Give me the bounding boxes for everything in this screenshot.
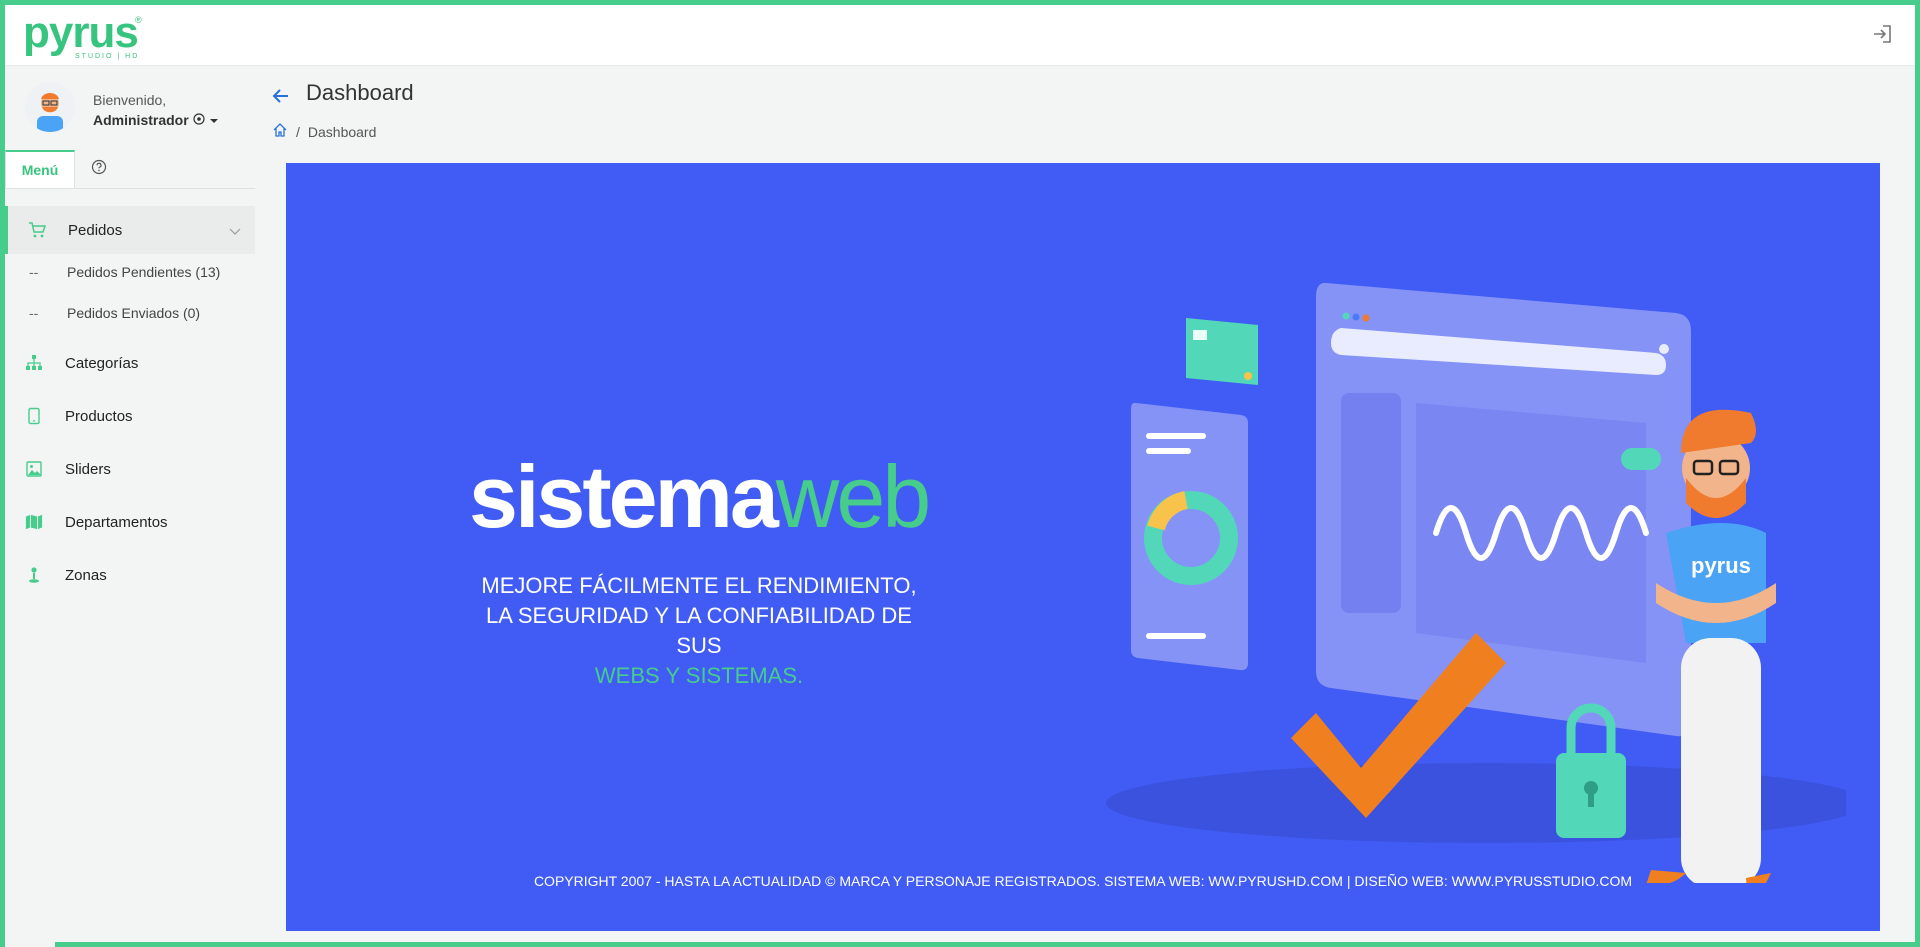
- banner-title-accent: web: [775, 447, 931, 546]
- subitem-label: Pedidos Enviados (0): [67, 305, 201, 321]
- bottom-border-gap: [5, 942, 55, 947]
- user-panel: Bienvenido, Administrador: [25, 82, 255, 138]
- image-icon: [25, 460, 43, 478]
- sidebar-subitem-pedidos-enviados[interactable]: -- Pedidos Enviados (0): [5, 293, 255, 333]
- page-title: Dashboard: [306, 80, 414, 105]
- breadcrumb-item[interactable]: Dashboard: [308, 124, 377, 140]
- home-icon[interactable]: [272, 122, 288, 141]
- chevron-down-icon: [229, 224, 241, 236]
- logo-subtitle: STUDIO | HD: [75, 53, 140, 60]
- subitem-prefix: --: [29, 305, 39, 321]
- sidebar-item-categorias[interactable]: Categorías: [5, 339, 255, 387]
- sidebar-item-label: Productos: [65, 407, 133, 425]
- tablet-icon: [25, 407, 43, 425]
- breadcrumb: / Dashboard: [272, 122, 376, 141]
- banner-title: sistemaweb: [469, 453, 931, 541]
- sidebar-item-label: Categorías: [65, 354, 139, 372]
- tagline-line-2: LA SEGURIDAD Y LA CONFIABILIDAD DE SUS: [486, 603, 912, 658]
- sidebar: Bienvenido, Administrador Menú Pedidos -…: [5, 66, 255, 942]
- welcome-text: Bienvenido,: [93, 92, 167, 108]
- dashboard-banner: sistemaweb MEJORE FÁCILMENTE EL RENDIMIE…: [286, 163, 1880, 931]
- breadcrumb-separator: /: [296, 123, 300, 140]
- pyrus-logo[interactable]: pyrus STUDIO | HD ®: [23, 8, 153, 63]
- map-icon: [25, 513, 43, 531]
- cart-icon: [28, 221, 46, 239]
- subitem-prefix: --: [29, 264, 39, 280]
- subitem-label: Pedidos Pendientes (13): [67, 264, 221, 280]
- sidebar-subitem-pedidos-pendientes[interactable]: -- Pedidos Pendientes (13): [5, 252, 255, 292]
- top-bar: pyrus STUDIO | HD ®: [5, 5, 1915, 66]
- banner-illustration: pyrus: [1106, 283, 1846, 883]
- tagline-line-1: MEJORE FÁCILMENTE EL RENDIMIENTO,: [481, 573, 917, 598]
- sidebar-item-zonas[interactable]: Zonas: [5, 551, 255, 599]
- sidebar-item-label: Zonas: [65, 566, 107, 584]
- sidebar-tabs: Menú: [5, 150, 255, 189]
- registered-mark: ®: [135, 15, 142, 25]
- sidebar-item-pedidos[interactable]: Pedidos: [5, 206, 255, 254]
- help-icon[interactable]: [91, 159, 107, 175]
- logout-icon[interactable]: [1871, 23, 1893, 45]
- sitemap-icon: [25, 354, 43, 372]
- avatar: [25, 82, 75, 132]
- sidebar-item-label: Pedidos: [68, 221, 123, 239]
- caret-down-icon: [209, 112, 219, 128]
- banner-tagline: MEJORE FÁCILMENTE EL RENDIMIENTO, LA SEG…: [469, 571, 929, 691]
- sidebar-item-productos[interactable]: Productos: [5, 392, 255, 440]
- sidebar-item-label: Departamentos: [65, 513, 168, 531]
- tab-menu[interactable]: Menú: [5, 150, 75, 188]
- logo-text: pyrus: [23, 8, 139, 57]
- character-shirt-text: pyrus: [1691, 553, 1751, 578]
- sidebar-item-departamentos[interactable]: Departamentos: [5, 498, 255, 546]
- map-pin-icon: [25, 566, 43, 584]
- bottom-border: [0, 942, 1920, 947]
- back-arrow-icon[interactable]: [272, 88, 290, 104]
- banner-copyright: COPYRIGHT 2007 - HASTA LA ACTUALIDAD © M…: [533, 873, 1633, 889]
- user-name: Administrador: [93, 112, 189, 128]
- user-status-icon: [193, 112, 205, 128]
- banner-title-primary: sistema: [469, 447, 779, 546]
- sidebar-item-label: Sliders: [65, 460, 111, 478]
- sidebar-item-sliders[interactable]: Sliders: [5, 445, 255, 493]
- user-dropdown[interactable]: Administrador: [93, 112, 219, 128]
- tagline-line-3: WEBS Y SISTEMAS.: [594, 663, 804, 688]
